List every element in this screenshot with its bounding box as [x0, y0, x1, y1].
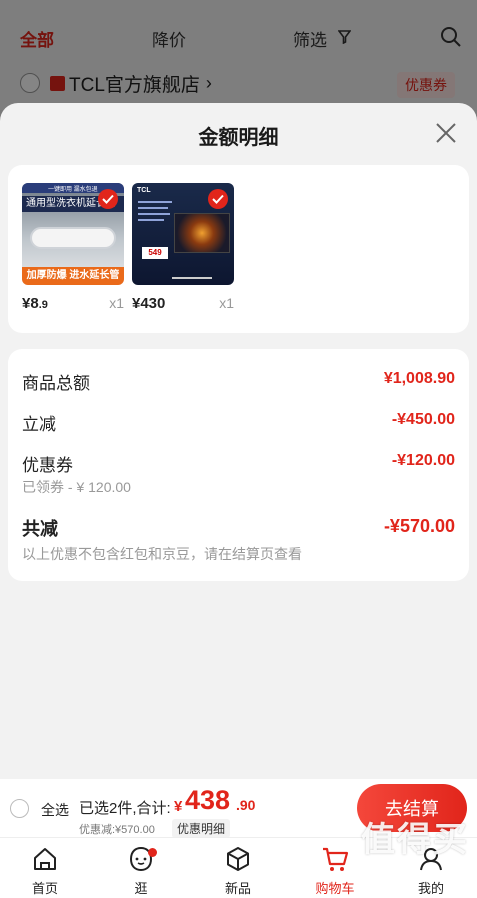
hose-graphic	[30, 227, 116, 249]
product-qty: x1	[109, 295, 124, 311]
total-discount-value: -¥570.00	[383, 516, 455, 536]
total-discount-note: 以上优惠不包含红包和京豆，请在结算页查看	[22, 546, 302, 562]
select-all-radio[interactable]	[10, 799, 29, 818]
watermark-logo: 值得买	[361, 821, 469, 859]
total-decimal: .90	[236, 797, 256, 813]
image-top-text: 一键即用 漏水包退	[48, 187, 98, 193]
tab-label: 首页	[31, 881, 58, 896]
row-label-instant-discount: 立减	[22, 415, 56, 434]
cube-icon	[227, 847, 249, 871]
total-amount: 438	[185, 785, 231, 815]
sheet-title: 金额明细	[198, 127, 279, 149]
image-brand-text: TCL	[137, 187, 151, 194]
cart-icon	[323, 847, 349, 871]
checkmark-icon	[98, 189, 118, 209]
watermark-url: zhizhizhi.com	[359, 866, 469, 883]
total-discount-label: 共减	[22, 519, 58, 539]
total-currency: ¥	[174, 798, 183, 815]
product-image-tcl-tv[interactable]: TCL 549	[132, 183, 234, 285]
select-all-label[interactable]: 全选	[41, 800, 69, 820]
product-item[interactable]: 一键即用 漏水包退 通用型洗衣机延长管 加厚防爆 进水延长管 ¥8.9 x1	[22, 183, 124, 312]
amount-detail-sheet: 金额明细 一键即用 漏水包退 通用型洗衣机延长管 加厚防爆 进水延长管 ¥8.9…	[0, 103, 477, 779]
row-value-coupon: -¥120.00	[391, 452, 455, 469]
row-value-subtotal: ¥1,008.90	[383, 370, 455, 387]
tab-new[interactable]: 新品	[203, 844, 273, 897]
product-price: ¥430	[132, 295, 166, 312]
image-price-text: 549	[142, 247, 168, 259]
product-item[interactable]: TCL 549 ¥430 x1	[132, 183, 234, 312]
image-bottom-text: 加厚防爆 进水延长管	[22, 267, 124, 285]
tab-home[interactable]: 首页	[10, 844, 80, 897]
row-label-coupon: 优惠券	[22, 456, 73, 475]
close-icon[interactable]	[433, 120, 459, 146]
tab-label: 逛	[134, 881, 148, 896]
tab-label: 新品	[224, 881, 251, 896]
home-icon	[34, 848, 56, 870]
row-sub-coupon: 已领券 - ¥ 120.00	[22, 479, 131, 495]
discount-detail-link[interactable]: 优惠明细	[172, 819, 231, 838]
amount-breakdown-card: 商品总额 ¥1,008.90 立减 -¥450.00 优惠券 -¥120.00 …	[8, 349, 469, 581]
selected-summary: 已选2件,合计:	[79, 800, 171, 817]
tab-browse[interactable]: 逛	[106, 844, 176, 897]
discount-summary: 优惠减:¥570.00	[79, 824, 155, 836]
notification-dot	[148, 848, 157, 857]
product-price: ¥8.9	[22, 295, 48, 312]
row-value-instant-discount: -¥450.00	[391, 411, 455, 428]
checkmark-icon	[208, 189, 228, 209]
products-card: 一键即用 漏水包退 通用型洗衣机延长管 加厚防爆 进水延长管 ¥8.9 x1 T…	[8, 165, 469, 333]
tv-screen-graphic	[174, 213, 230, 253]
dim-overlay[interactable]	[0, 0, 477, 110]
row-label-subtotal: 商品总额	[22, 374, 90, 393]
product-qty: x1	[219, 295, 234, 311]
product-image-extension-hose[interactable]: 一键即用 漏水包退 通用型洗衣机延长管 加厚防爆 进水延长管	[22, 183, 124, 285]
